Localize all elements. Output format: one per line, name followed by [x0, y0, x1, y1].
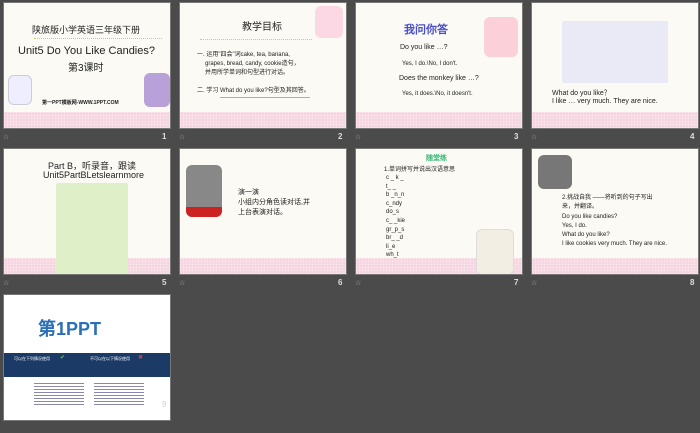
dialog-line: What do you like? — [562, 232, 610, 238]
animation-star-icon: ☆ — [3, 280, 10, 287]
question-text: Do you like …? — [400, 44, 448, 51]
task-text: 2.挑战自我 ——将听到的句子写出 — [562, 195, 653, 201]
word-blank: c_ndy — [386, 200, 403, 207]
divider — [220, 97, 310, 98]
activity-text: 演一演 — [238, 189, 259, 196]
slide-title: 随堂练 — [426, 155, 447, 162]
word-blank: do_s — [386, 209, 400, 216]
slide-number: 2 — [338, 132, 343, 141]
unit-title: Unit5 Do You Like Candies? — [18, 45, 155, 57]
slide-thumbnail-9[interactable]: 第1PPT 可以在下列情况使用 ✔ 不可以在以下情况使用 ✖ — [3, 294, 171, 421]
food-picture — [562, 21, 668, 83]
slide-thumbnail-3[interactable]: 我问你答 Do you like …? Yes, I do.\No, I don… — [355, 2, 523, 129]
slide-title: 教学目标 — [242, 22, 282, 33]
word-blank: br_ _d — [386, 235, 404, 242]
question-text: What do you like？ — [552, 90, 611, 97]
task-text: 1.单词拼写并说出汉语意思 — [384, 167, 456, 173]
slide-thumbnail-8[interactable]: 2.挑战自我 ——将听到的句子写出 来，并翻译。 Do you like can… — [531, 148, 699, 275]
lesson-label: 第3课时 — [68, 63, 104, 74]
slide-thumbnail-4[interactable]: What do you like？ I like … very much. Th… — [531, 2, 699, 129]
slide-title: 我问你答 — [404, 24, 448, 36]
goal-text: 并用所学单词和句型进行对话。 — [205, 70, 290, 76]
sheep-image — [476, 229, 514, 274]
slide-thumbnail-1[interactable]: 陕旅版小学英语三年级下册 Unit5 Do You Like Candies? … — [3, 2, 171, 129]
wolf-image — [538, 155, 572, 189]
answer-text: I like … very much. They are nice. — [552, 98, 658, 105]
word-blank: b _n_n — [386, 192, 405, 199]
slide-subtitle: Unit5PartBLetslearnmore — [43, 170, 145, 180]
check-icon: ✔ — [60, 355, 66, 361]
activity-text: 上台表演对话。 — [238, 209, 287, 216]
word-blank: c_ _kie — [386, 217, 406, 224]
goal-text: 一. 运用"四会"词cake, tea, banana, — [197, 52, 290, 58]
usage-banner: 可以在下列情况使用 ✔ 不可以在以下情况使用 ✖ — [4, 353, 170, 377]
animation-star-icon: ☆ — [531, 280, 538, 287]
dialog-line: I like cookies very much. They are nice. — [562, 241, 667, 247]
wolf-king-image — [186, 165, 222, 217]
answer-text: Yes, I do.\No, I don't. — [402, 61, 458, 67]
slide-number: 1 — [162, 132, 167, 141]
slide-number: 3 — [514, 132, 519, 141]
slide-number: 4 — [690, 132, 695, 141]
question-text: Does the monkey like …? — [399, 75, 479, 82]
sheep-image — [8, 75, 32, 105]
site-label: 第一PPT模板网-WWW.1PPT.COM — [42, 100, 119, 106]
task-text: 来，并翻译。 — [562, 204, 599, 210]
links-list — [94, 383, 144, 407]
sheep-image — [484, 17, 518, 57]
slide-thumbnail-5[interactable]: Part B，听录音，跟读 Unit5PartBLetslearnmore — [3, 148, 171, 275]
goal-text: 二. 学习 What do you like?句型及其回答。 — [197, 88, 310, 94]
animation-star-icon: ☆ — [179, 134, 186, 141]
slide-number: 5 — [162, 278, 167, 287]
goal-text: grapes, bread, candy, cookie造句， — [205, 61, 300, 67]
sheep-image — [315, 6, 343, 38]
wolf-umbrella-image — [144, 73, 170, 107]
slide-thumbnail-2[interactable]: 教学目标 一. 运用"四会"词cake, tea, banana, grapes… — [179, 2, 347, 129]
animation-star-icon: ☆ — [179, 280, 186, 287]
slide-number: 9 — [162, 400, 167, 409]
animation-star-icon: ☆ — [355, 134, 362, 141]
usage-allowed-heading: 可以在下列情况使用 — [14, 356, 50, 361]
animation-star-icon: ☆ — [355, 280, 362, 287]
links-list — [34, 383, 84, 407]
slide-thumbnail-6[interactable]: 演一演 小组内分角色读对话,并 上台表演对话。 — [179, 148, 347, 275]
animation-star-icon: ☆ — [531, 134, 538, 141]
animation-star-icon: ☆ — [3, 134, 10, 141]
slide-thumbnail-7[interactable]: 随堂练 1.单词拼写并说出汉语意思 c _ k _ t_ _b _n_n c_ndy… — [355, 148, 523, 275]
cross-icon: ✖ — [138, 355, 144, 361]
slide-number: 8 — [690, 278, 695, 287]
word-blank: t_ _ — [386, 183, 397, 190]
logo-text: 第1PPT — [38, 319, 102, 339]
word-blank: gr_p_s — [386, 226, 405, 233]
word-blank: li_e — [386, 243, 396, 250]
dialog-line: Yes, I do. — [562, 223, 587, 229]
usage-forbidden-heading: 不可以在以下情况使用 — [90, 356, 130, 361]
dialog-line: Do you like candies? — [562, 214, 618, 220]
activity-text: 小组内分角色读对话,并 — [238, 199, 310, 206]
textbook-illustration — [56, 183, 128, 274]
slide-number: 7 — [514, 278, 519, 287]
slide-number: 6 — [338, 278, 343, 287]
series-title: 陕旅版小学英语三年级下册 — [32, 25, 141, 35]
word-blank: wh_t — [386, 252, 399, 259]
answer-text: Yes, it does.\No, it doesn't. — [402, 91, 473, 97]
word-blank: c _ k _ — [386, 175, 404, 181]
